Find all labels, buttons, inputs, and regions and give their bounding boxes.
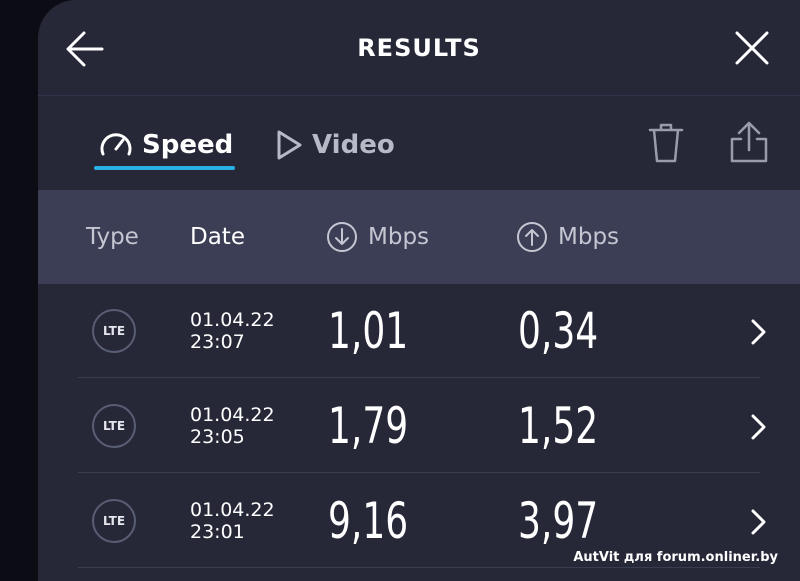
upload-arrow-icon <box>517 222 547 252</box>
row-divider <box>78 472 760 473</box>
row-divider <box>78 567 760 568</box>
network-type-badge: LTE <box>92 499 136 543</box>
chevron-right-icon[interactable] <box>750 508 768 536</box>
results-screen: RESULTS Speed Video Type Date Mbps Mbps … <box>38 0 800 581</box>
close-button[interactable] <box>732 28 772 68</box>
result-row[interactable]: LTE 01.04.22 23:07 1,01 0,34 <box>38 284 800 379</box>
row-divider <box>78 377 760 378</box>
result-date: 01.04.22 <box>190 309 275 331</box>
trash-icon <box>648 123 684 163</box>
result-time: 23:01 <box>190 521 245 543</box>
result-date: 01.04.22 <box>190 404 275 426</box>
tab-video-label: Video <box>312 130 395 160</box>
network-type-badge: LTE <box>92 309 136 353</box>
watermark-text: AutVit для forum.onliner.by <box>573 550 778 565</box>
column-date[interactable]: Date <box>190 190 245 284</box>
result-row[interactable]: LTE 01.04.22 23:05 1,79 1,52 <box>38 379 800 474</box>
download-value: 9,16 <box>328 492 409 550</box>
download-arrow-icon <box>327 222 357 252</box>
column-upload[interactable]: Mbps <box>516 190 619 284</box>
network-type-badge: LTE <box>92 404 136 448</box>
column-download-label: Mbps <box>368 224 430 250</box>
result-datetime: 01.04.22 23:07 <box>190 309 275 353</box>
upload-value: 0,34 <box>518 302 599 360</box>
chevron-right-icon[interactable] <box>750 318 768 346</box>
tab-speed[interactable]: Speed <box>98 120 233 170</box>
column-type-label: Type <box>86 224 139 250</box>
column-date-label: Date <box>190 224 245 250</box>
column-upload-label: Mbps <box>558 224 620 250</box>
upload-value: 1,52 <box>518 397 599 455</box>
result-time: 23:05 <box>190 426 245 448</box>
page-title: RESULTS <box>357 34 481 62</box>
results-table-header: Type Date Mbps Mbps <box>38 190 800 284</box>
share-button[interactable] <box>728 120 770 164</box>
share-icon <box>730 121 768 163</box>
chevron-right-icon[interactable] <box>750 413 768 441</box>
active-tab-indicator <box>94 166 235 170</box>
close-icon <box>735 31 769 65</box>
header-bar: RESULTS <box>38 0 800 96</box>
download-value: 1,01 <box>328 302 409 360</box>
result-date: 01.04.22 <box>190 499 275 521</box>
play-icon <box>277 130 302 160</box>
upload-value: 3,97 <box>518 492 599 550</box>
tab-video[interactable]: Video <box>274 120 395 170</box>
tab-bar: Speed Video <box>38 96 800 190</box>
column-download[interactable]: Mbps <box>326 190 429 284</box>
delete-button[interactable] <box>646 122 686 164</box>
tab-speed-label: Speed <box>142 130 234 160</box>
download-value: 1,79 <box>328 397 409 455</box>
speedometer-icon <box>100 133 132 156</box>
result-time: 23:07 <box>190 331 245 353</box>
result-datetime: 01.04.22 23:01 <box>190 499 275 543</box>
column-type[interactable]: Type <box>86 190 139 284</box>
result-datetime: 01.04.22 23:05 <box>190 404 275 448</box>
